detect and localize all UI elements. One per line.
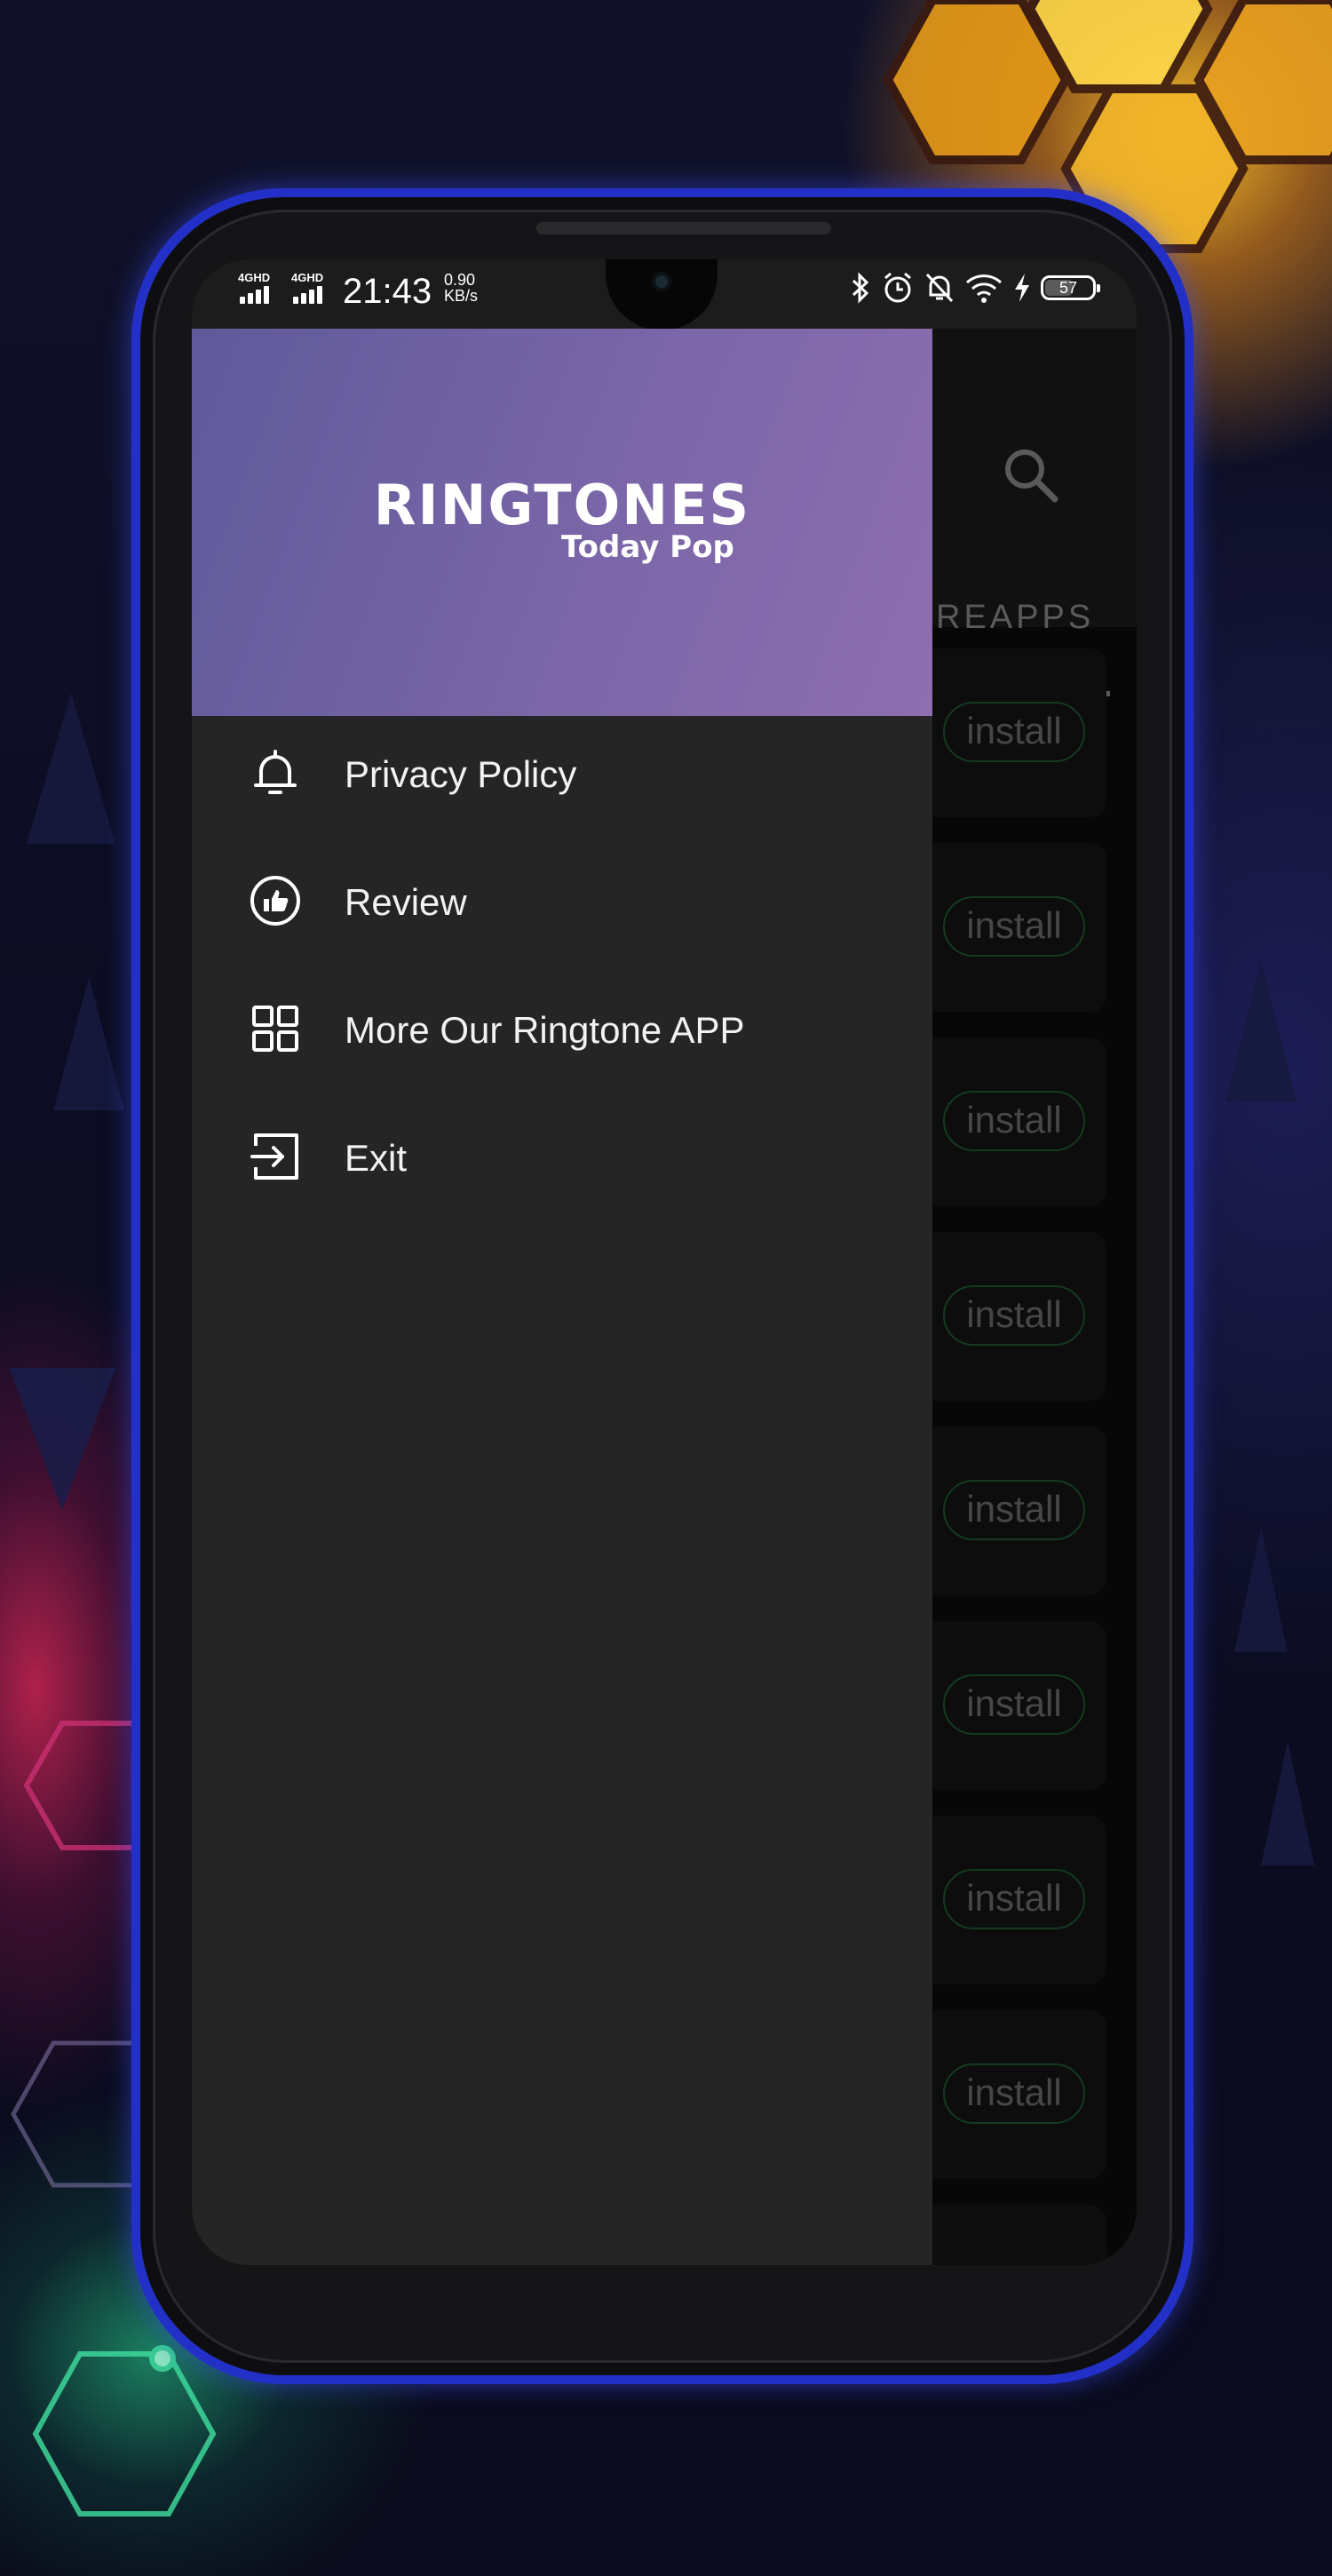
signal-icon [293,286,329,304]
bell-icon [254,750,297,794]
menu-item-privacy-policy[interactable]: Privacy Policy [192,716,932,844]
clock-time: 21:43 [343,272,432,311]
network-speed-unit: KB/s [444,287,479,305]
menu-label-exit: Exit [345,1137,408,1179]
status-bar: 4GHD 4GHD 21:43 0.90 KB/s 57 [192,259,1137,330]
front-camera [652,272,671,291]
network-type-1: 4GHD [238,271,271,284]
signal-icon [240,286,275,304]
charging-icon [1015,274,1029,302]
exit-icon [250,1133,298,1180]
network-type-2: 4GHD [291,271,324,284]
battery-percent: 57 [1058,279,1078,297]
network-speed-value: 0.90 [444,271,476,289]
drawer-header: RINGTONES Today Pop [192,329,932,716]
mute-icon [925,273,954,303]
network-speed: 0.90 KB/s [444,272,478,304]
thumbs-up-icon [250,876,300,926]
drawer-menu: Privacy Policy Review More Our Ringtone … [192,716,932,1228]
menu-item-exit[interactable]: Exit [192,1100,932,1228]
grid-icon [252,1006,298,1052]
menu-label-review: Review [345,881,467,923]
wifi-icon [965,274,1003,303]
navigation-drawer: RINGTONES Today Pop Privacy Policy Revie… [192,329,932,2265]
app-logo-subtitle: Today Pop [561,529,734,565]
battery-indicator: 57 [1041,275,1100,300]
menu-item-more-apps[interactable]: More Our Ringtone APP [192,972,932,1100]
status-icons: 57 [849,270,1100,306]
app-logo-title: RINGTONES [373,473,751,537]
alarm-icon [884,272,911,303]
menu-label-privacy-policy: Privacy Policy [345,753,577,795]
bluetooth-icon [852,272,869,304]
menu-label-more-apps: More Our Ringtone APP [345,1009,745,1051]
menu-item-review[interactable]: Review [192,844,932,972]
earpiece-speaker [536,222,831,235]
camera-notch [606,259,718,330]
phone-screen: 4GHD 4GHD 21:43 0.90 KB/s 57 REAPPS inst… [192,259,1137,2265]
